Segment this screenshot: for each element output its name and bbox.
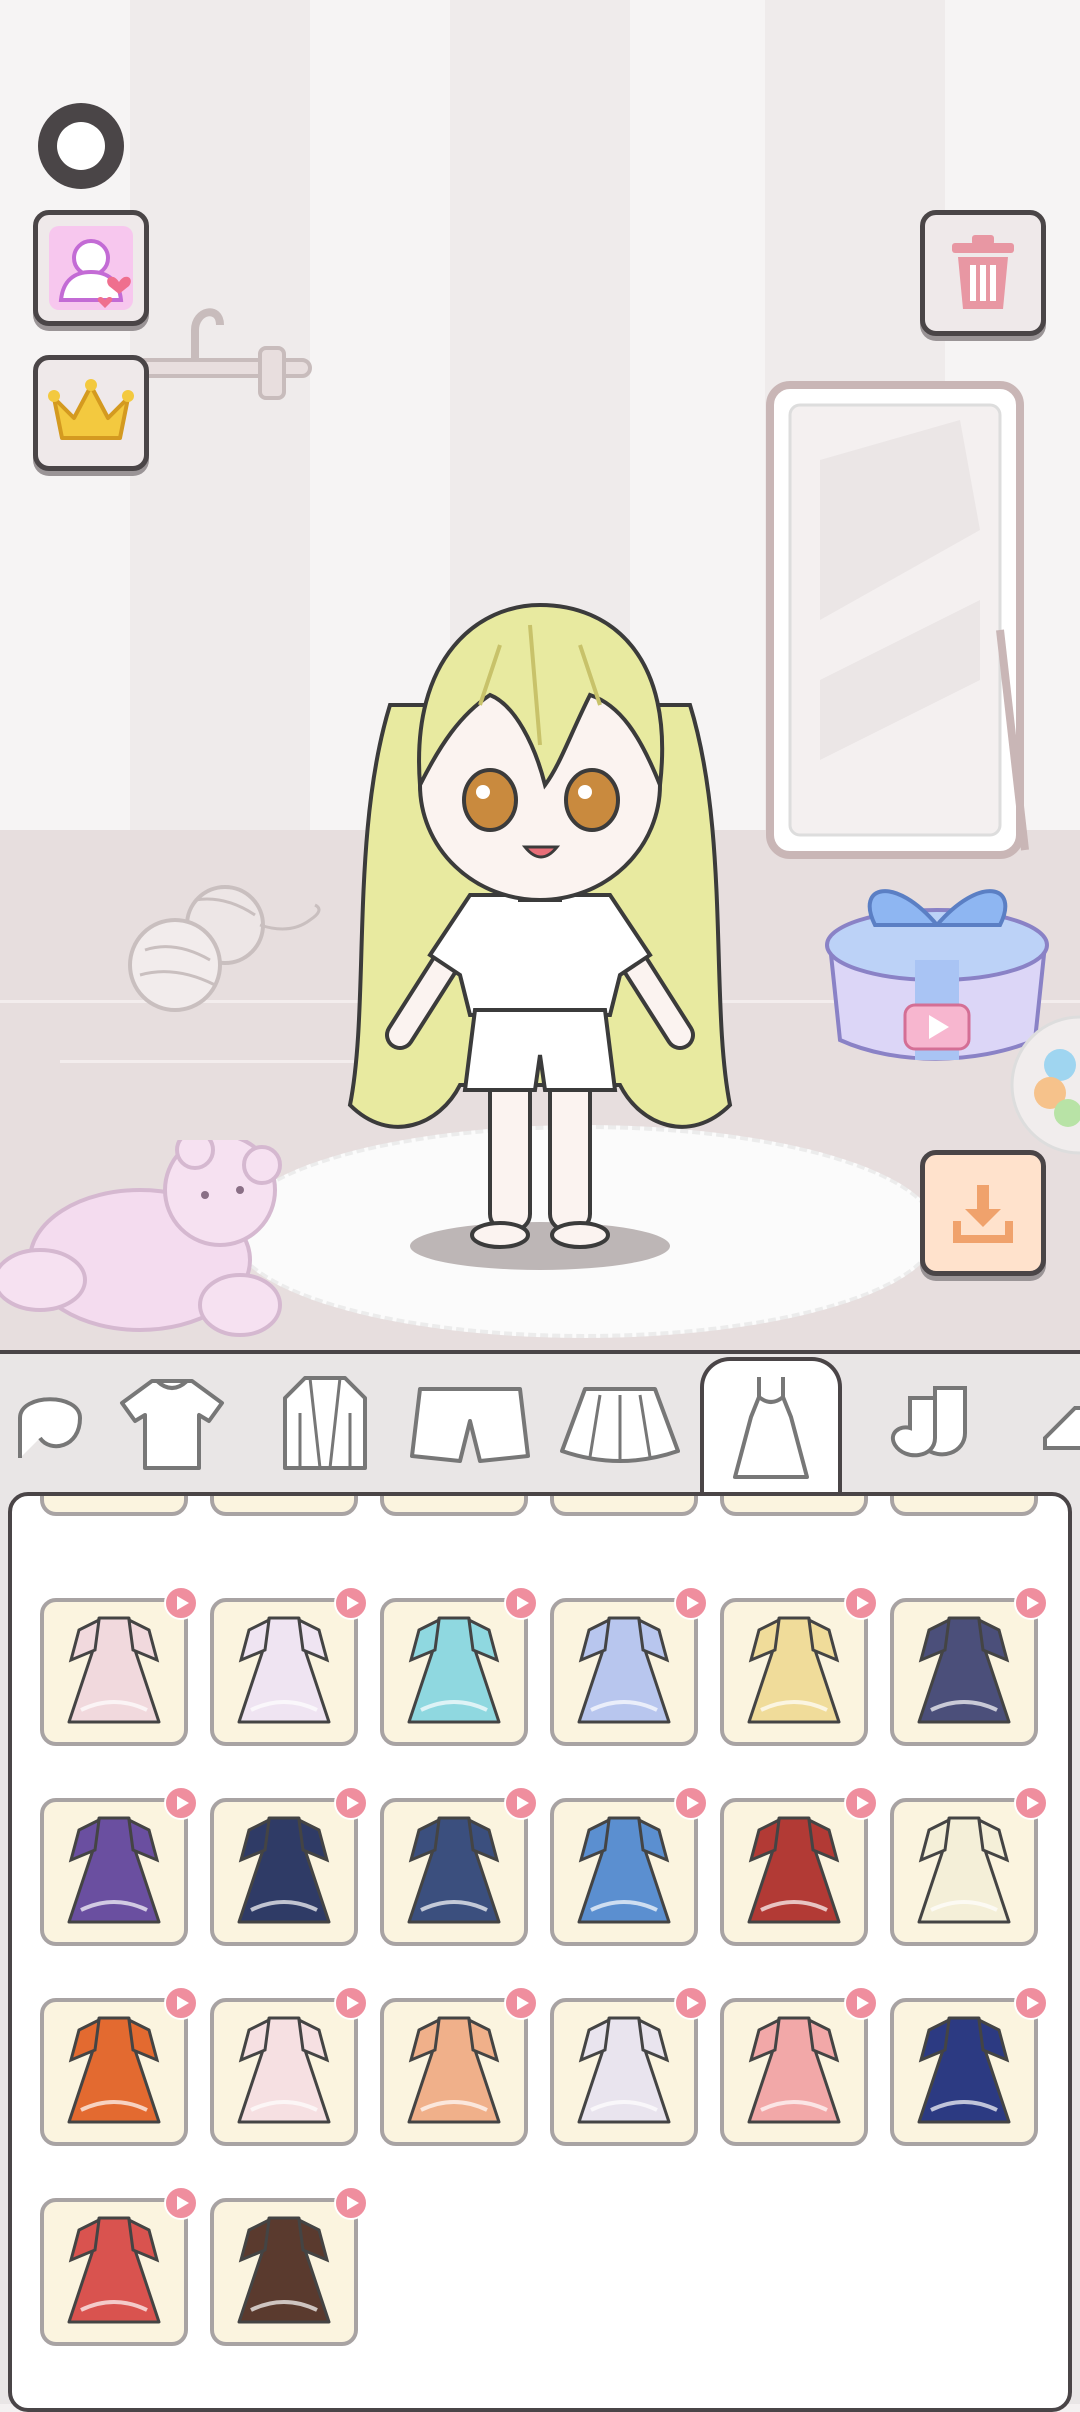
trash-button[interactable] [920, 210, 1046, 336]
item-card-partial[interactable] [720, 1496, 868, 1516]
navy-plaid-dress-icon [909, 1610, 1019, 1734]
video-ad-badge-icon [504, 1986, 538, 2020]
tab-shorts[interactable] [410, 1370, 530, 1480]
gold-fairy-dress-icon [739, 1610, 849, 1734]
settings-ring-icon[interactable] [38, 103, 124, 189]
video-ad-badge-icon [1014, 1586, 1048, 1620]
item-card[interactable] [890, 1986, 1048, 2146]
dressup-scene [0, 0, 1080, 1350]
video-ad-badge-icon [674, 1786, 708, 1820]
tab-socks[interactable] [870, 1370, 990, 1480]
item-card[interactable] [210, 1786, 368, 1946]
item-card[interactable] [210, 1586, 368, 1746]
shorts-icon [410, 1381, 530, 1470]
video-ad-badge-icon [844, 1986, 878, 2020]
download-icon [953, 1185, 1013, 1243]
butterfly-dress-icon [399, 1810, 509, 1934]
trash-icon [952, 235, 1014, 309]
pink-stripe-dress-icon [739, 2010, 849, 2134]
video-ad-badge-icon [1014, 1786, 1048, 1820]
hair-icon [10, 1378, 90, 1472]
item-card[interactable] [40, 1986, 198, 2146]
tshirt-icon [117, 1373, 227, 1477]
item-card[interactable] [40, 1586, 198, 1746]
video-ad-badge-icon [504, 1786, 538, 1820]
video-ad-badge-icon [844, 1786, 878, 1820]
tab-tshirt[interactable] [112, 1370, 232, 1480]
skirt-icon [560, 1381, 680, 1470]
white-purple-dress-icon [229, 1610, 339, 1734]
white-ribbon-gown-icon [569, 2010, 679, 2134]
character-favorite-icon [49, 226, 133, 310]
item-card[interactable] [720, 1586, 878, 1746]
video-ad-badge-icon [164, 2186, 198, 2220]
video-ad-badge-icon [334, 2186, 368, 2220]
item-card[interactable] [380, 1986, 538, 2146]
cream-gown-icon [909, 1810, 1019, 1934]
item-card[interactable] [890, 1586, 1048, 1746]
item-card[interactable] [550, 1986, 708, 2146]
chibi-character[interactable] [330, 585, 750, 1255]
video-ad-badge-icon [334, 1986, 368, 2020]
item-card-partial[interactable] [550, 1496, 698, 1516]
item-card-partial[interactable] [210, 1496, 358, 1516]
item-card-partial[interactable] [380, 1496, 528, 1516]
video-ad-badge-icon [164, 1586, 198, 1620]
item-card[interactable] [40, 1786, 198, 1946]
orange-qipao-icon [59, 2010, 169, 2134]
item-card[interactable] [380, 1586, 538, 1746]
tab-jacket[interactable] [265, 1370, 385, 1480]
item-card[interactable] [380, 1786, 538, 1946]
red-gold-dress-icon [739, 1810, 849, 1934]
video-ad-badge-icon [674, 1986, 708, 2020]
tab-shoes[interactable] [1010, 1370, 1080, 1480]
purple-black-gown-icon [59, 1810, 169, 1934]
red-floral-dress-icon [59, 2210, 169, 2334]
item-card[interactable] [40, 2186, 198, 2346]
socks-icon [880, 1383, 980, 1467]
starry-blue-gown-icon [909, 2010, 1019, 2134]
video-ad-badge-icon [164, 1786, 198, 1820]
video-ad-badge-icon [164, 1986, 198, 2020]
item-card[interactable] [550, 1786, 708, 1946]
character-favorite-button[interactable] [33, 210, 149, 326]
crown-vip-icon [48, 379, 134, 440]
blue-ball-gown-icon [569, 1610, 679, 1734]
pink-fur-coat-icon [229, 2010, 339, 2134]
kimono-coat-icon [229, 2210, 339, 2334]
item-card[interactable] [720, 1986, 878, 2146]
floor-line [60, 1060, 360, 1063]
item-card[interactable] [890, 1786, 1048, 1946]
teal-hanfu-dress-icon [399, 1610, 509, 1734]
video-ad-badge-icon [1014, 1986, 1048, 2020]
video-ad-badge-icon [504, 1586, 538, 1620]
blue-bow-dress-icon [569, 1810, 679, 1934]
item-card[interactable] [210, 2186, 368, 2346]
video-ad-badge-icon [334, 1786, 368, 1820]
video-ad-badge-icon [844, 1586, 878, 1620]
item-card-partial[interactable] [40, 1496, 188, 1516]
navy-gold-dress-icon [229, 1810, 339, 1934]
tab-skirt[interactable] [560, 1370, 680, 1480]
dress-item-grid[interactable] [8, 1492, 1072, 2412]
dress-icon [731, 1372, 811, 1486]
item-card-partial[interactable] [890, 1496, 1038, 1516]
item-card[interactable] [550, 1586, 708, 1746]
teddy-bear-decor [0, 1140, 282, 1337]
yarn-decor [128, 885, 321, 1012]
tab-hair[interactable] [0, 1370, 110, 1480]
lolita-white-dress-icon [59, 1610, 169, 1734]
shoes-icon [1035, 1388, 1080, 1462]
tab-dress[interactable] [700, 1357, 842, 1497]
video-ad-badge-icon [674, 1586, 708, 1620]
mirror-decor [766, 381, 1029, 859]
item-card[interactable] [210, 1986, 368, 2146]
video-ad-badge-icon [334, 1586, 368, 1620]
item-card[interactable] [720, 1786, 878, 1946]
jacket-icon [280, 1373, 370, 1477]
download-button[interactable] [920, 1150, 1046, 1276]
partial-color-wheel-icon[interactable] [1010, 1015, 1080, 1155]
crown-vip-button[interactable] [33, 355, 149, 471]
peach-hanfu-icon [399, 2010, 509, 2134]
